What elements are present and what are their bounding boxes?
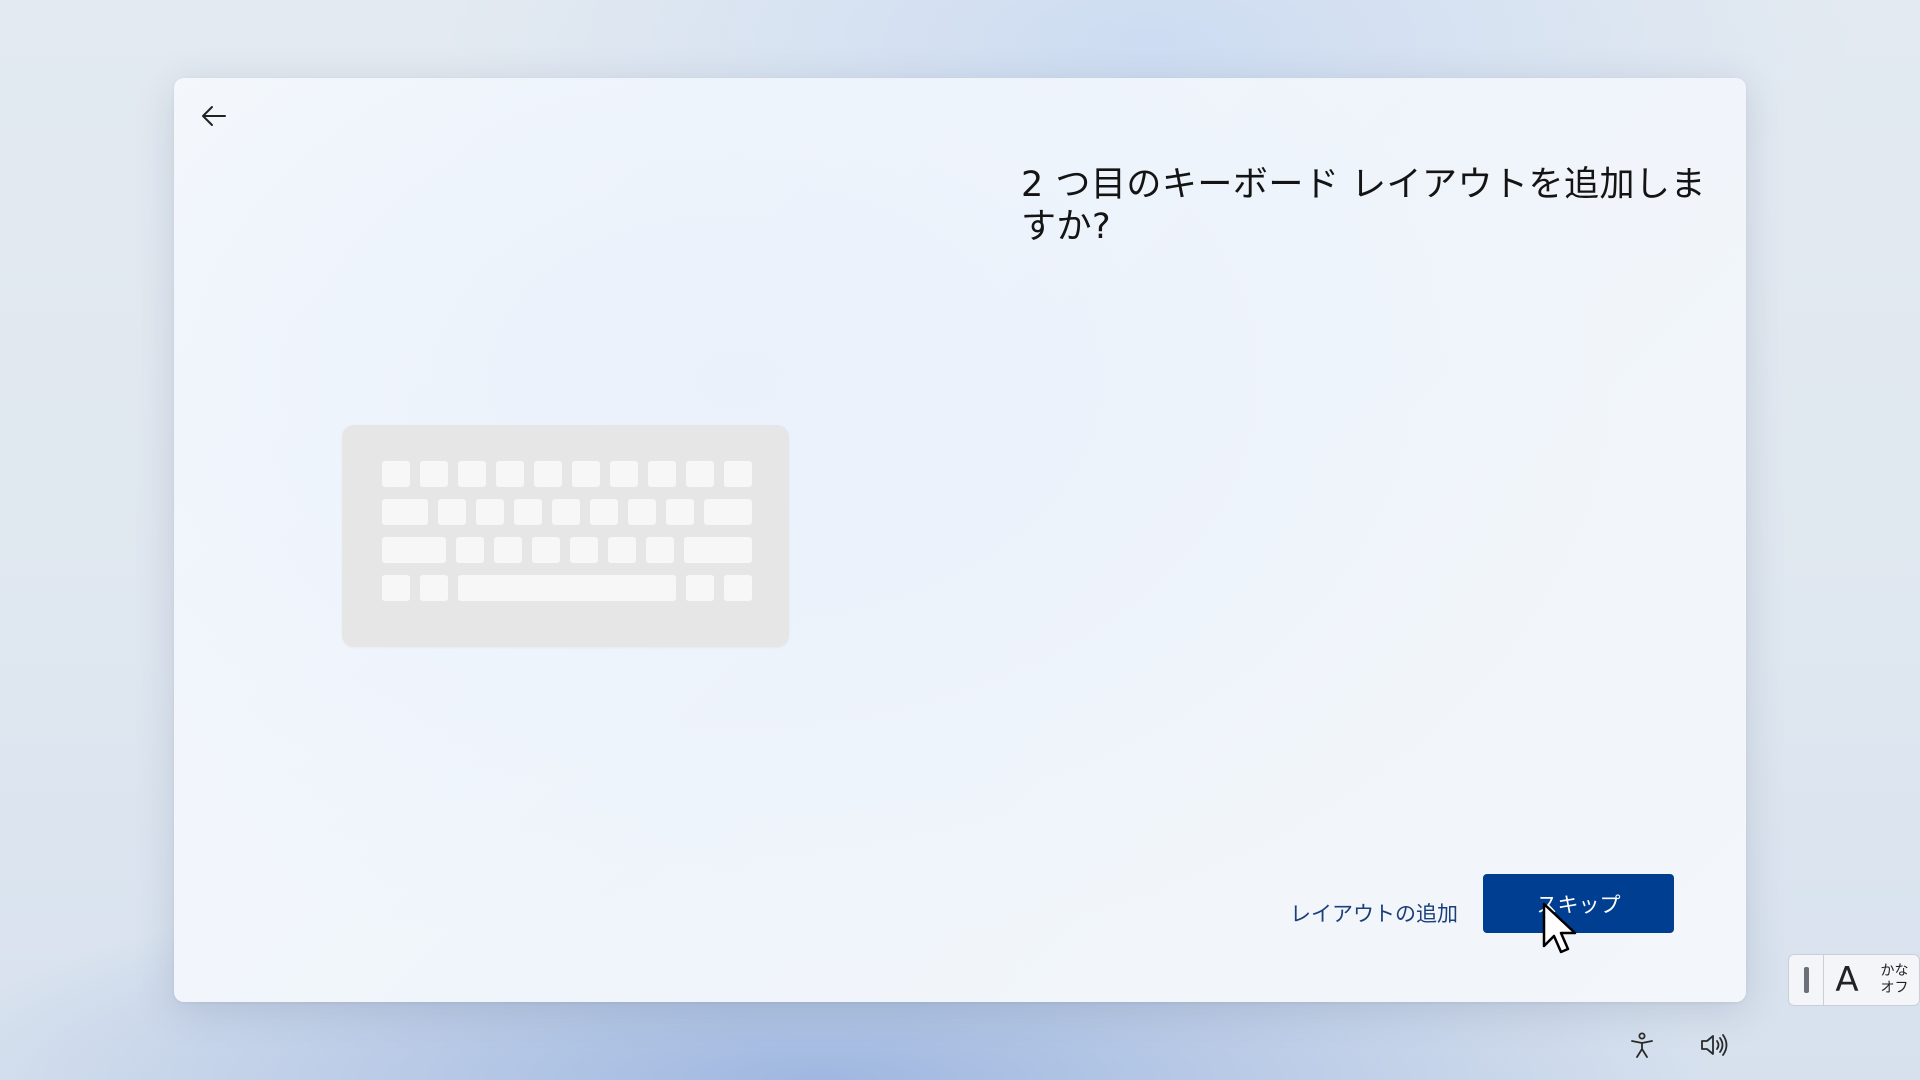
add-layout-button[interactable]: レイアウトの追加 [1290, 892, 1458, 934]
back-button[interactable] [192, 94, 236, 138]
volume-icon [1701, 1034, 1728, 1056]
ime-kana-toggle[interactable]: かな オフ [1870, 963, 1919, 997]
volume-button[interactable] [1696, 1027, 1732, 1063]
ime-kana-line1: かな [1880, 963, 1909, 979]
ime-drag-handle[interactable] [1789, 955, 1824, 1005]
keyboard-icon [342, 425, 789, 647]
ime-input-mode[interactable]: A [1824, 960, 1870, 1000]
skip-button[interactable]: スキップ [1483, 874, 1674, 933]
arrow-left-icon [202, 106, 226, 126]
ime-toolbar[interactable]: A かな オフ [1788, 954, 1920, 1006]
page-title: 2 つ目のキーボード レイアウトを追加しますか? [1021, 165, 1707, 247]
accessibility-icon [1631, 1032, 1653, 1058]
ime-kana-line2: オフ [1880, 980, 1909, 996]
accessibility-button[interactable] [1624, 1027, 1660, 1063]
oobe-dialog: 2 つ目のキーボード レイアウトを追加しますか? レイアウトの追加 スキップ [174, 78, 1746, 1002]
